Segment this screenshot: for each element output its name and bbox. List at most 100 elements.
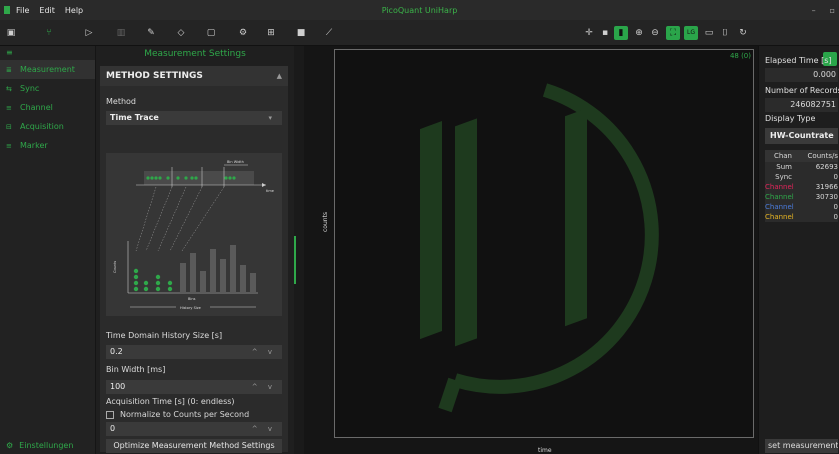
sync-icon: ⇆ bbox=[6, 84, 12, 93]
value-cell: 0 bbox=[833, 173, 838, 181]
plot-canvas[interactable]: 48 (0) bbox=[334, 49, 754, 438]
history-size-text: History Size bbox=[180, 306, 201, 310]
settings-label: Einstellungen bbox=[19, 441, 74, 450]
table-row: Sum 62693 bbox=[765, 162, 838, 172]
spin-arrows-icon[interactable]: ^ v bbox=[252, 422, 276, 436]
channel-countrate-table: Chan Counts/s Sum 62693 Sync 0 Channel 3… bbox=[765, 150, 838, 222]
method-value: Time Trace bbox=[110, 113, 159, 122]
menu-file[interactable]: File bbox=[16, 6, 29, 15]
refresh-icon[interactable]: ↻ bbox=[736, 26, 750, 40]
sidebar-item-label: Measurement bbox=[20, 65, 75, 74]
time-trace-diagram: Bin Width time Counts Bins History Size bbox=[106, 153, 282, 316]
link-icon[interactable]: ⟋ bbox=[322, 26, 336, 40]
normalize-checkbox[interactable]: Normalize to Counts per Second bbox=[106, 410, 249, 419]
fit-icon[interactable]: ⛶ bbox=[666, 26, 680, 40]
chan-cell: Channel bbox=[765, 183, 794, 191]
menu-edit[interactable]: Edit bbox=[39, 6, 55, 15]
stop-icon[interactable]: ▥ bbox=[114, 26, 128, 40]
window-controls: – ▫ bbox=[812, 0, 835, 20]
minimize-icon[interactable]: – bbox=[812, 6, 816, 15]
settings-link[interactable]: ⚙ Einstellungen bbox=[6, 441, 73, 450]
value-cell: 0 bbox=[833, 203, 838, 211]
collapse-caret-icon[interactable]: ▲ bbox=[277, 72, 282, 80]
measurement-settings-panel: Measurement Settings METHOD SETTINGS ▲ M… bbox=[96, 46, 294, 454]
value-cell: 62693 bbox=[815, 163, 838, 171]
eraser-icon[interactable]: ◇ bbox=[174, 26, 188, 40]
acquisition-icon: ⊟ bbox=[6, 122, 12, 131]
chan-cell: Sync bbox=[775, 173, 792, 181]
pen-icon[interactable]: ✎ bbox=[144, 26, 158, 40]
sidebar-item-channel[interactable]: ≡ Channel bbox=[0, 98, 95, 117]
title-bar: File Edit Help PicoQuant UniHarp – ▫ bbox=[0, 0, 839, 20]
section-header[interactable]: METHOD SETTINGS ▲ bbox=[100, 66, 288, 86]
plot-icon[interactable]: ▮ bbox=[614, 26, 628, 40]
sidebar-item-acquisition[interactable]: ⊟ Acquisition bbox=[0, 117, 95, 136]
table-header-cell: Counts/s bbox=[807, 152, 838, 160]
sidebar-item-measurement[interactable]: ≣ Measurement bbox=[0, 60, 95, 79]
history-size-label: Time Domain History Size [s] bbox=[106, 331, 223, 340]
method-select[interactable]: Time Trace ▾ bbox=[106, 111, 282, 125]
records-value: 246082751 bbox=[765, 98, 838, 112]
table-row: Channel 0 bbox=[765, 212, 838, 222]
sidebar-item-label: Channel bbox=[20, 103, 53, 112]
table-header: Chan Counts/s bbox=[765, 150, 838, 162]
sidebar-item-label: Acquisition bbox=[20, 122, 64, 131]
normalize-label: Normalize to Counts per Second bbox=[120, 410, 250, 419]
chevron-down-icon: ▾ bbox=[268, 114, 276, 122]
spin-arrows-icon[interactable]: ^ v bbox=[252, 345, 276, 359]
marker-icon: ≡ bbox=[6, 141, 12, 150]
set-measurement-button[interactable]: set measurement bbox=[765, 439, 838, 453]
fps-counter: 48 (0) bbox=[729, 52, 751, 60]
value-cell: 30730 bbox=[815, 193, 838, 201]
window-title: PicoQuant UniHarp bbox=[381, 5, 458, 15]
elapsed-time-value: 0.000 bbox=[765, 68, 838, 82]
sliders-icon[interactable]: ⊞ bbox=[264, 26, 278, 40]
measurement-icon: ≣ bbox=[6, 65, 12, 74]
counts-text: Counts bbox=[113, 261, 117, 273]
gear-icon[interactable]: ⚙ bbox=[236, 26, 250, 40]
checkbox-box[interactable] bbox=[106, 410, 114, 419]
sidebar-item-sync[interactable]: ⇆ Sync bbox=[0, 79, 95, 98]
sidebar-item-marker[interactable]: ≡ Marker bbox=[0, 136, 95, 155]
bin-width-input[interactable]: 100 ^ v bbox=[106, 380, 282, 394]
spin-arrows-icon[interactable]: ^ v bbox=[252, 380, 276, 394]
records-label: Number of Records bbox=[765, 86, 839, 95]
zoom-out-icon[interactable]: ⊖ bbox=[648, 26, 662, 40]
splitter-handle[interactable] bbox=[294, 236, 296, 284]
method-settings-card: METHOD SETTINGS ▲ Method Time Trace ▾ Bi… bbox=[100, 66, 288, 453]
table-row: Channel 31966 bbox=[765, 182, 838, 192]
bin-width-text: Bin Width bbox=[227, 160, 244, 164]
hamburger-icon[interactable]: ≡ bbox=[0, 46, 95, 60]
chan-cell: Channel bbox=[765, 203, 794, 211]
elapsed-time-label: Elapsed Time [s] bbox=[765, 56, 832, 65]
panel-title: Measurement Settings bbox=[144, 49, 246, 59]
table-row: Channel 30730 bbox=[765, 192, 838, 202]
square-icon[interactable]: ▪ bbox=[598, 26, 612, 40]
history-size-input[interactable]: 0.2 ^ v bbox=[106, 345, 282, 359]
chan-cell: Channel bbox=[765, 193, 794, 201]
log-icon[interactable]: LG bbox=[684, 26, 698, 40]
save-icon[interactable]: ■ bbox=[294, 26, 308, 40]
app-logo-icon bbox=[4, 6, 10, 14]
optimize-settings-button[interactable]: Optimize Measurement Method Settings bbox=[106, 439, 282, 453]
rect-icon[interactable]: ▭ bbox=[702, 26, 716, 40]
dashboard-icon[interactable]: ▣ bbox=[4, 26, 18, 40]
bracket-icon[interactable]: ⌷ bbox=[718, 26, 732, 40]
table-header-cell: Chan bbox=[773, 152, 792, 160]
bin-width-value: 100 bbox=[110, 382, 126, 391]
status-panel: Elapsed Time [s] 0.000 Number of Records… bbox=[758, 46, 839, 454]
branch-icon[interactable]: ⑂ bbox=[42, 26, 56, 40]
display-type-select[interactable]: HW-Countrate bbox=[765, 128, 838, 144]
sidebar-item-label: Marker bbox=[20, 141, 48, 150]
maximize-icon[interactable]: ▫ bbox=[830, 6, 835, 15]
acq-time-input[interactable]: 0 ^ v bbox=[106, 422, 282, 436]
comment-icon[interactable]: ▢ bbox=[204, 26, 218, 40]
crosshair-icon[interactable]: ✛ bbox=[582, 26, 596, 40]
diagram-svg: Bin Width time Counts Bins History Size bbox=[113, 160, 274, 310]
menu-help[interactable]: Help bbox=[65, 6, 83, 15]
settings-gear-icon: ⚙ bbox=[6, 441, 14, 450]
acq-time-label: Acquisition Time [s] (0: endless) bbox=[106, 397, 235, 406]
zoom-in-icon[interactable]: ⊕ bbox=[632, 26, 646, 40]
table-row: Channel 0 bbox=[765, 202, 838, 212]
play-icon[interactable]: ▷ bbox=[82, 26, 96, 40]
